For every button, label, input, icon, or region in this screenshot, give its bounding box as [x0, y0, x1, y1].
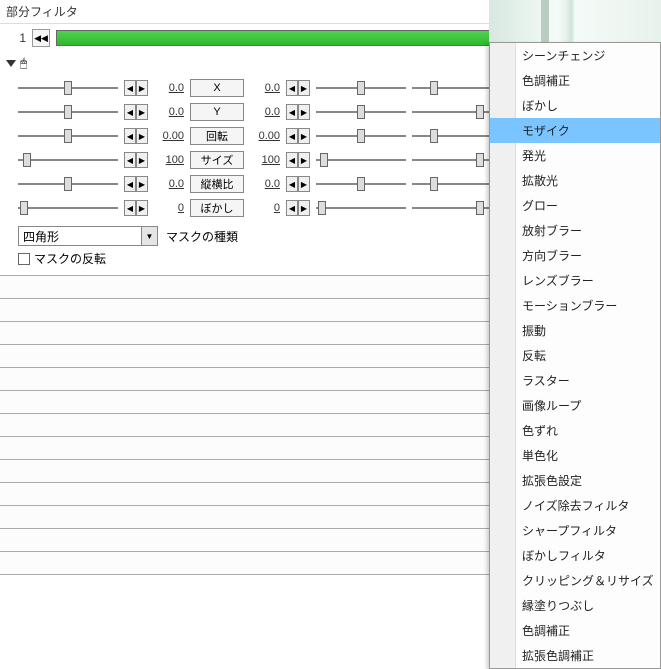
left-spinner[interactable]: ◀▶	[124, 128, 148, 144]
menu-item[interactable]: シーンチェンジ	[490, 43, 660, 68]
menu-item[interactable]: ぼかし	[490, 93, 660, 118]
left-spinner[interactable]: ◀▶	[124, 200, 148, 216]
param-label-button[interactable]: Y	[190, 103, 244, 121]
param-label-button[interactable]: サイズ	[190, 151, 244, 169]
menu-item[interactable]: モザイク	[490, 118, 660, 143]
right-spinner[interactable]: ◀▶	[286, 104, 310, 120]
mask-invert-label: マスクの反転	[34, 250, 106, 267]
right-spinner[interactable]: ◀▶	[286, 200, 310, 216]
right-value[interactable]: 0	[250, 202, 280, 214]
right-spinner[interactable]: ◀▶	[286, 176, 310, 192]
param-label-button[interactable]: 縦横比	[190, 175, 244, 193]
menu-item[interactable]: クリッピング＆リサイズ	[490, 568, 660, 593]
collapse-icon[interactable]	[6, 60, 16, 67]
left-value[interactable]: 0	[154, 202, 184, 214]
left-spinner[interactable]: ◀▶	[124, 104, 148, 120]
right-slider[interactable]	[316, 103, 406, 121]
menu-item[interactable]: ラスター	[490, 368, 660, 393]
right-spinner[interactable]: ◀▶	[286, 80, 310, 96]
left-spinner[interactable]: ◀▶	[124, 176, 148, 192]
window-title: 部分フィルタ	[6, 3, 78, 20]
left-slider[interactable]	[18, 103, 118, 121]
menu-item[interactable]: 色調補正	[490, 68, 660, 93]
right-slider[interactable]	[316, 151, 406, 169]
left-value[interactable]: 0.0	[154, 82, 184, 94]
left-slider[interactable]	[18, 79, 118, 97]
menu-item[interactable]: 拡散光	[490, 168, 660, 193]
menu-item[interactable]: 方向ブラー	[490, 243, 660, 268]
right-value[interactable]: 100	[250, 154, 280, 166]
right-slider[interactable]	[316, 175, 406, 193]
menu-item[interactable]: 画像ループ	[490, 393, 660, 418]
param-label-button[interactable]: X	[190, 79, 244, 97]
menu-item[interactable]: モーションブラー	[490, 293, 660, 318]
left-spinner[interactable]: ◀▶	[124, 152, 148, 168]
frame-start: 1	[6, 31, 26, 45]
mask-invert-checkbox[interactable]	[18, 253, 30, 265]
menu-item[interactable]: 色調補正	[490, 618, 660, 643]
right-slider[interactable]	[316, 127, 406, 145]
left-slider[interactable]	[18, 151, 118, 169]
menu-item[interactable]: 単色化	[490, 443, 660, 468]
left-slider[interactable]	[18, 175, 118, 193]
right-value[interactable]: 0.00	[250, 130, 280, 142]
right-value[interactable]: 0.0	[250, 178, 280, 190]
menu-item[interactable]: ぼかしフィルタ	[490, 543, 660, 568]
left-value[interactable]: 100	[154, 154, 184, 166]
mouse-icon: 🖱	[20, 56, 27, 71]
left-spinner[interactable]: ◀▶	[124, 80, 148, 96]
left-slider[interactable]	[18, 127, 118, 145]
right-spinner[interactable]: ◀▶	[286, 152, 310, 168]
param-label-button[interactable]: 回転	[190, 127, 244, 145]
left-value[interactable]: 0.00	[154, 130, 184, 142]
menu-item[interactable]: 拡張色設定	[490, 468, 660, 493]
mask-type-label: マスクの種類	[166, 228, 238, 245]
menu-item[interactable]: 放射ブラー	[490, 218, 660, 243]
chevron-down-icon: ▼	[141, 227, 157, 245]
right-spinner[interactable]: ◀▶	[286, 128, 310, 144]
mask-type-value: 四角形	[23, 228, 59, 245]
right-value[interactable]: 0.0	[250, 82, 280, 94]
right-slider[interactable]	[316, 79, 406, 97]
seek-start-button[interactable]: ◀◀	[32, 29, 50, 47]
menu-item[interactable]: ノイズ除去フィルタ	[490, 493, 660, 518]
mask-type-select[interactable]: 四角形 ▼	[18, 226, 158, 246]
timeline-bar[interactable]	[56, 30, 535, 46]
menu-item[interactable]: レンズブラー	[490, 268, 660, 293]
menu-item[interactable]: グロー	[490, 193, 660, 218]
preview-thumbnail	[489, 0, 661, 42]
menu-item[interactable]: 振動	[490, 318, 660, 343]
left-value[interactable]: 0.0	[154, 178, 184, 190]
right-value[interactable]: 0.0	[250, 106, 280, 118]
menu-item[interactable]: 拡張色調補正	[490, 643, 660, 668]
param-label-button[interactable]: ぼかし	[190, 199, 244, 217]
menu-item[interactable]: 縁塗りつぶし	[490, 593, 660, 618]
left-slider[interactable]	[18, 199, 118, 217]
filter-menu: シーンチェンジ色調補正ぼかしモザイク発光拡散光グロー放射ブラー方向ブラーレンズブ…	[489, 42, 661, 669]
menu-item[interactable]: シャープフィルタ	[490, 518, 660, 543]
menu-item[interactable]: 色ずれ	[490, 418, 660, 443]
right-slider[interactable]	[316, 199, 406, 217]
menu-item[interactable]: 反転	[490, 343, 660, 368]
left-value[interactable]: 0.0	[154, 106, 184, 118]
menu-item[interactable]: 発光	[490, 143, 660, 168]
